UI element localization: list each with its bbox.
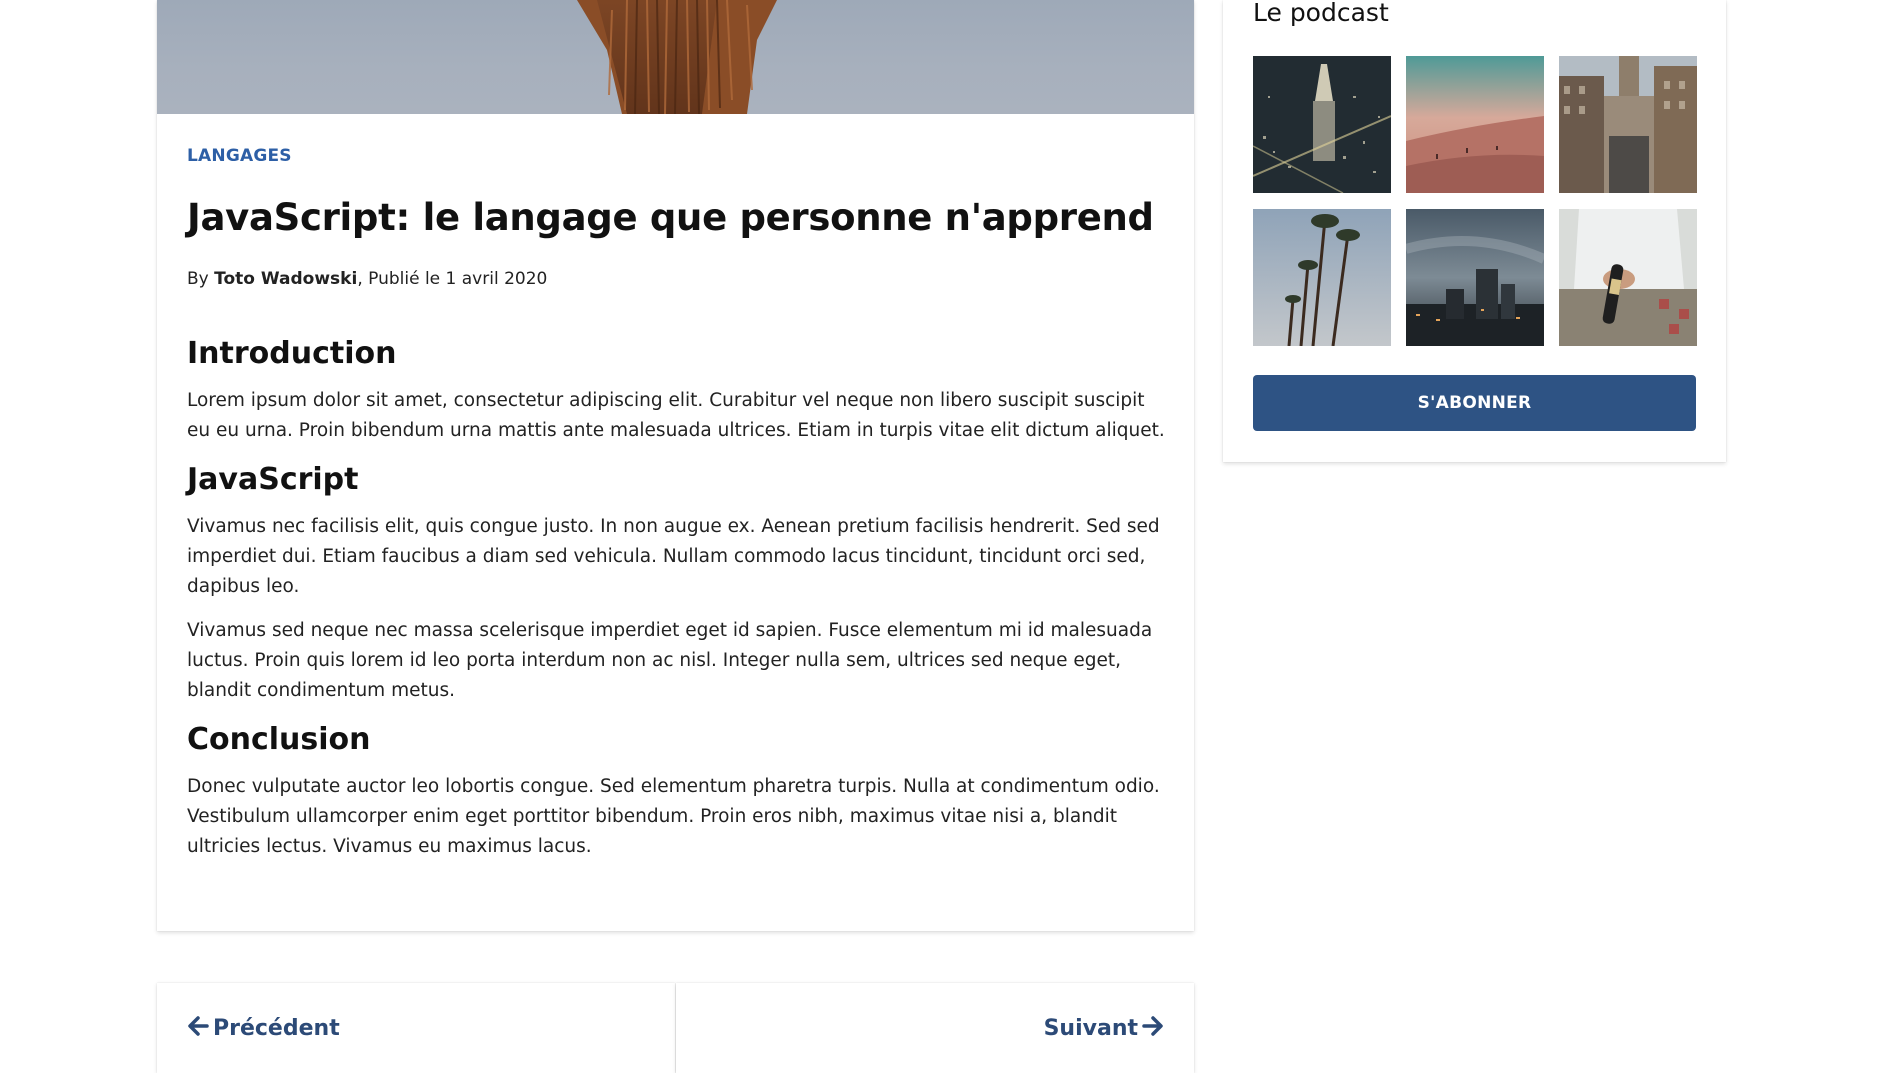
podcast-thumbnail-skyline[interactable] <box>1406 209 1544 346</box>
podcast-thumbnail-city-night[interactable] <box>1253 56 1391 193</box>
podcast-thumbnail-palms[interactable] <box>1253 209 1391 346</box>
paragraph: Vivamus sed neque nec massa scelerisque … <box>187 620 1153 701</box>
author-name: Toto Wadowski <box>214 269 358 289</box>
paragraph: Lorem ipsum dolor sit amet, consectetur … <box>187 390 1165 441</box>
section-heading-conclusion: Conclusion <box>187 722 371 757</box>
category-link[interactable]: LANGAGES <box>187 146 292 166</box>
paragraph: Donec vulputate auctor leo lobortis cong… <box>187 776 1160 857</box>
next-link[interactable]: Suivant <box>1044 1015 1164 1041</box>
previous-label: Précédent <box>213 1015 340 1041</box>
article-byline: By Toto Wadowski, Publié le 1 avril 2020 <box>187 269 547 289</box>
arrow-right-icon <box>1142 1015 1164 1041</box>
section-heading-introduction: Introduction <box>187 336 397 371</box>
article-title: JavaScript: le langage que personne n'ap… <box>187 196 1154 239</box>
publish-date: , Publié le 1 avril 2020 <box>357 269 548 289</box>
section-heading-javascript: JavaScript <box>187 462 359 497</box>
subscribe-button[interactable]: S'ABONNER <box>1253 375 1696 431</box>
article-content: Introduction Lorem ipsum dolor sit amet,… <box>187 332 1167 862</box>
sidebar-title: Le podcast <box>1253 0 1389 27</box>
podcast-sidebar: Le podcast S'ABONNER <box>1223 0 1726 462</box>
podcast-thumbnail-man-bottle[interactable] <box>1559 209 1697 346</box>
previous-link[interactable]: Précédent <box>187 1015 340 1041</box>
pagination-next: Suivant <box>676 983 1194 1073</box>
paragraph: Vivamus nec facilisis elit, quis congue … <box>187 516 1160 597</box>
arrow-left-icon <box>187 1015 209 1041</box>
next-label: Suivant <box>1043 1015 1138 1041</box>
pagination-prev: Précédent <box>157 983 675 1073</box>
podcast-thumbnail-beach[interactable] <box>1406 56 1544 193</box>
podcast-thumbnail-street[interactable] <box>1559 56 1697 193</box>
hero-image <box>157 0 1194 114</box>
byline-prefix: By <box>187 269 215 289</box>
article-card: LANGAGES JavaScript: le langage que pers… <box>157 0 1194 931</box>
